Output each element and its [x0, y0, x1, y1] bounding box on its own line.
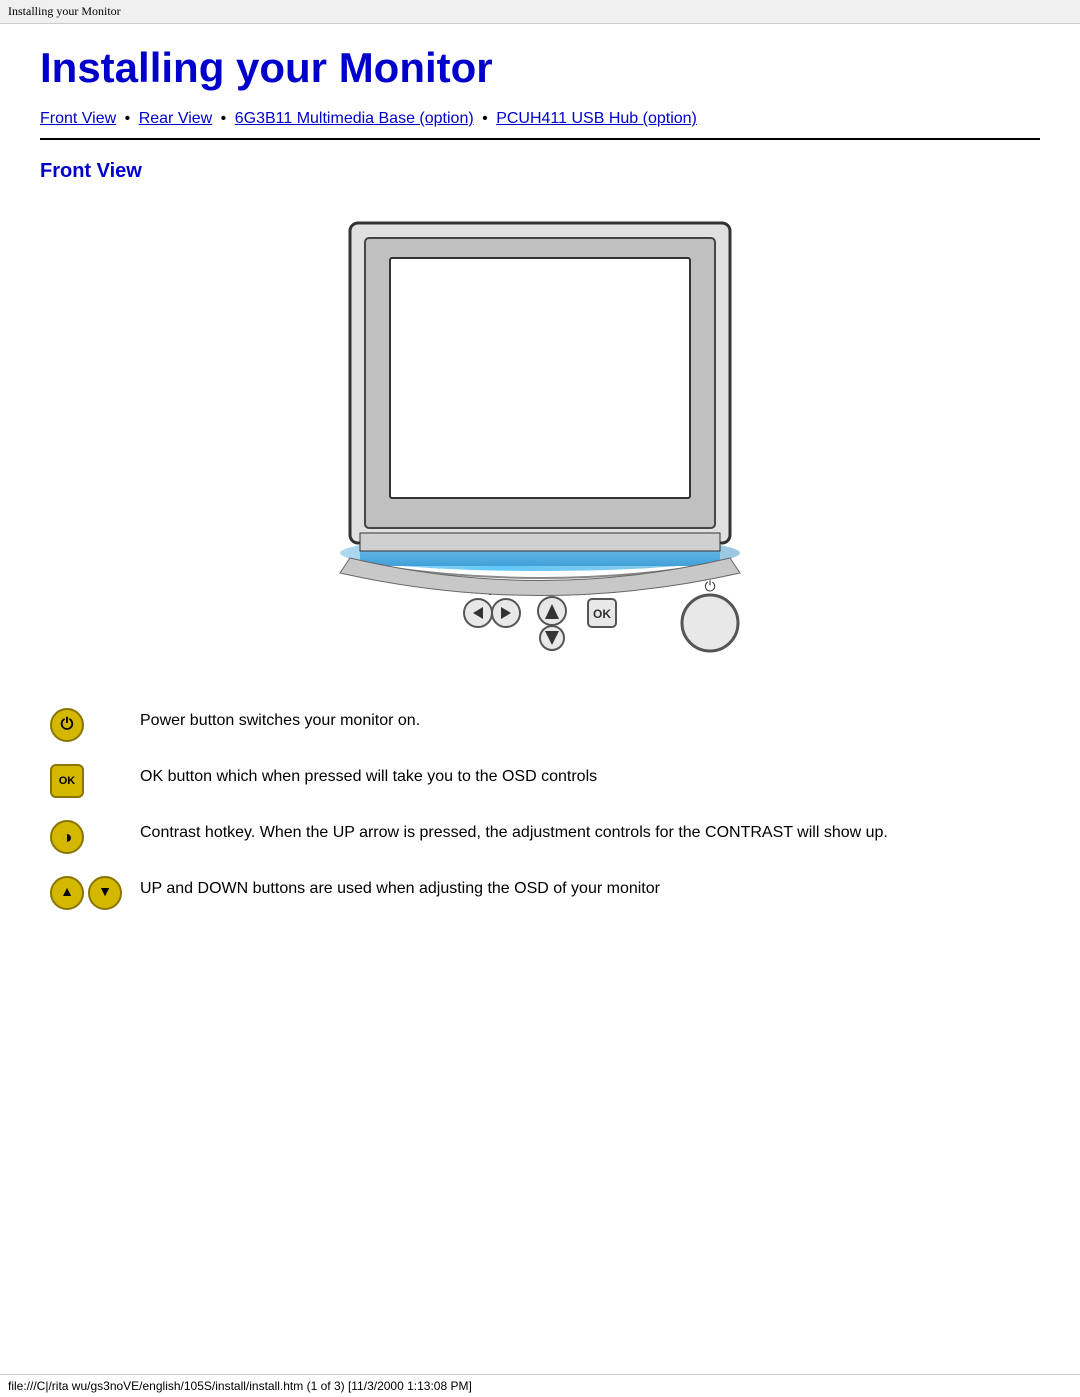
updown-button-text: UP and DOWN buttons are used when adjust…	[140, 876, 660, 900]
contrast-button-text: Contrast hotkey. When the UP arrow is pr…	[140, 820, 888, 844]
rear-view-link[interactable]: Rear View	[139, 110, 213, 127]
down-arrow-icon: ▼	[88, 876, 122, 910]
contrast-icon-legend: ◑	[50, 820, 110, 854]
nav-links: Front View • Rear View • 6G3B11 Multimed…	[40, 110, 1040, 128]
usb-hub-link[interactable]: PCUH411 USB Hub (option)	[496, 110, 697, 127]
power-button-icon	[50, 708, 84, 742]
legend-section: Power button switches your monitor on. O…	[40, 708, 1040, 910]
power-icon-legend	[50, 708, 110, 742]
contrast-button-icon: ◑	[50, 820, 84, 854]
divider	[40, 138, 1040, 140]
section-title: Front View	[40, 160, 1040, 183]
legend-item-ok: OK OK button which when pressed will tak…	[50, 764, 1040, 798]
svg-text:⏻: ⏻	[704, 579, 715, 595]
svg-text:OK: OK	[593, 607, 611, 621]
nav-bullet-2: •	[221, 110, 227, 127]
legend-item-power: Power button switches your monitor on.	[50, 708, 1040, 742]
ok-button-icon: OK	[50, 764, 84, 798]
nav-bullet-1: •	[125, 110, 131, 127]
footer: file:///C|/rita wu/gs3noVE/english/105S/…	[0, 1374, 1080, 1397]
legend-item-contrast: ◑ Contrast hotkey. When the UP arrow is …	[50, 820, 1040, 854]
multimedia-base-link[interactable]: 6G3B11 Multimedia Base (option)	[235, 110, 474, 127]
page-title: Installing your Monitor	[40, 44, 1040, 92]
monitor-svg: ✱ ◑ OK	[280, 203, 800, 668]
ok-button-text: OK button which when pressed will take y…	[140, 764, 597, 788]
browser-tab: Installing your Monitor	[0, 0, 1080, 24]
legend-item-updown: ▲ ▼ UP and DOWN buttons are used when ad…	[50, 876, 1040, 910]
power-button-text: Power button switches your monitor on.	[140, 708, 420, 732]
ok-icon-legend: OK	[50, 764, 110, 798]
up-arrow-icon: ▲	[50, 876, 84, 910]
monitor-illustration: ✱ ◑ OK	[40, 203, 1040, 668]
nav-bullet-3: •	[482, 110, 488, 127]
front-view-link[interactable]: Front View	[40, 110, 116, 127]
updown-buttons-icon: ▲ ▼	[50, 876, 122, 910]
updown-icon-legend: ▲ ▼	[50, 876, 110, 910]
page-content: Installing your Monitor Front View • Rea…	[0, 24, 1080, 950]
